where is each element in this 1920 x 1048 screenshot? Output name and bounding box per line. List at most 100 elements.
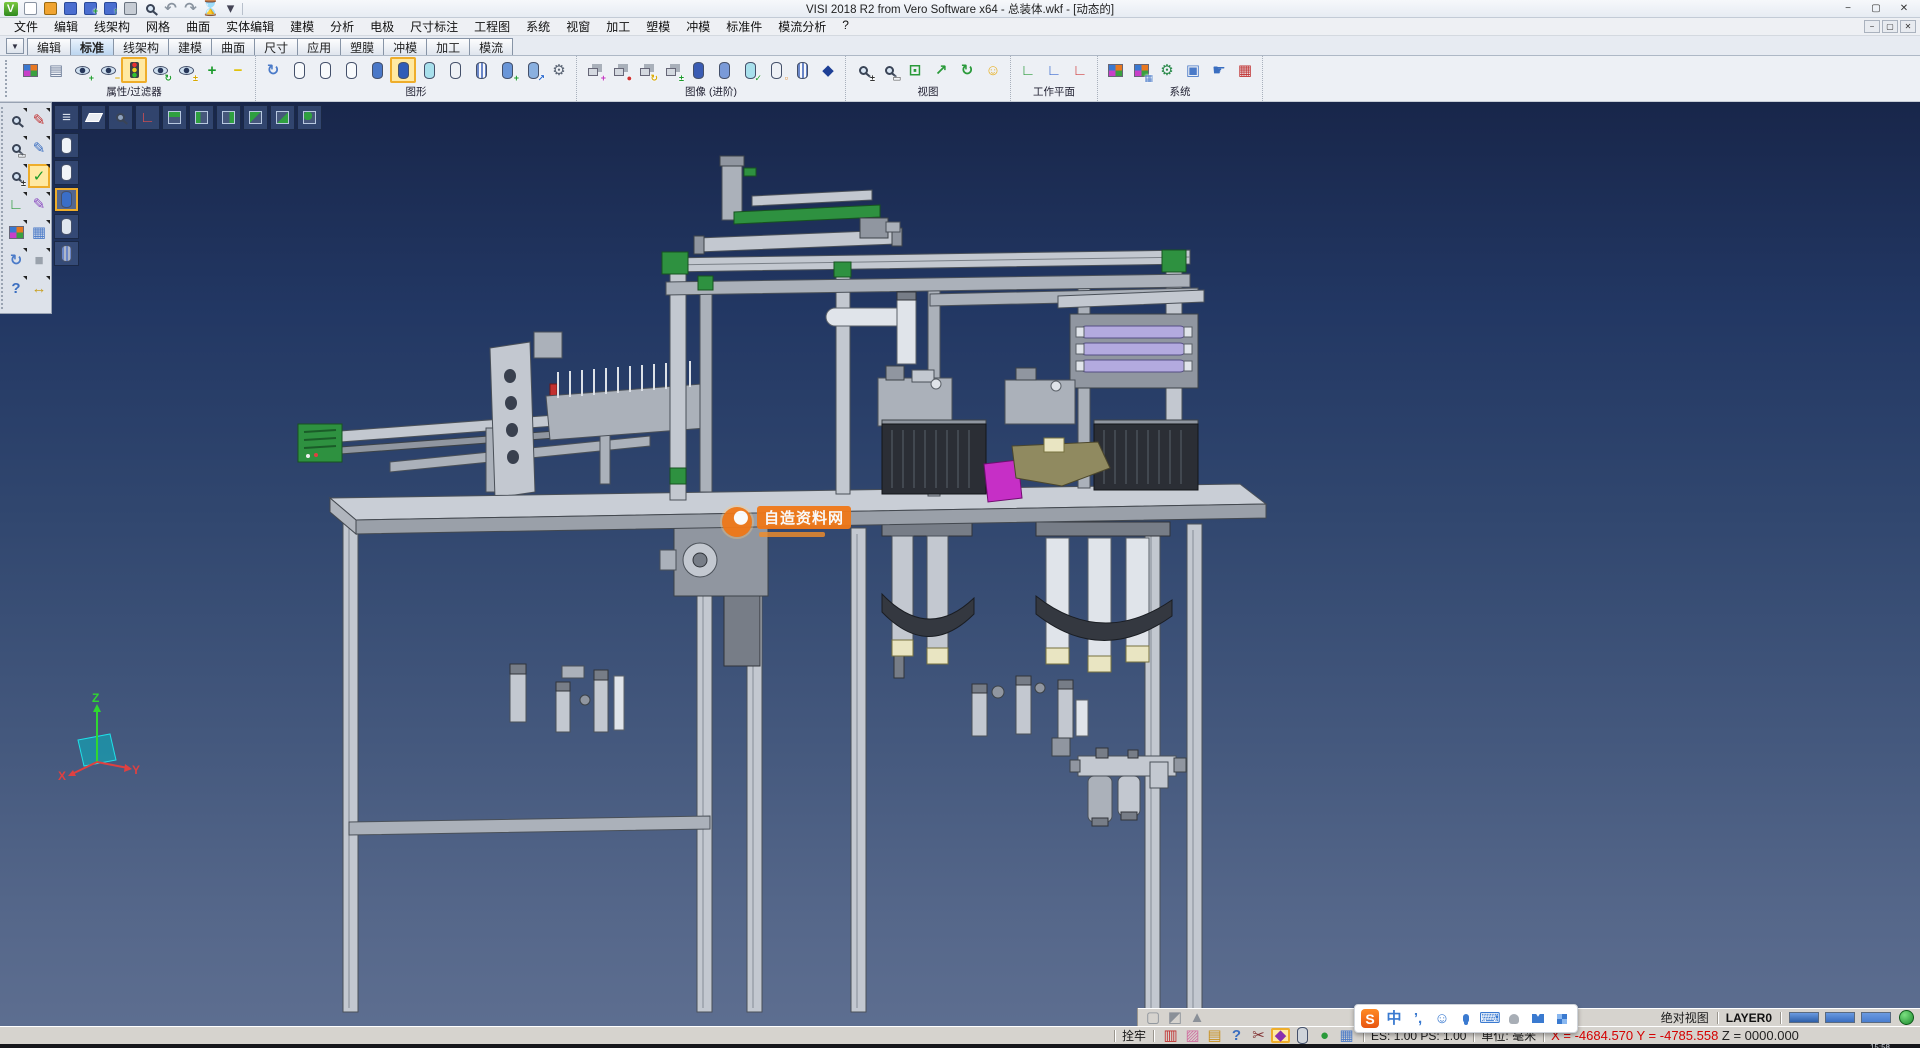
adv-cyl-page[interactable]: ▫ <box>763 57 789 83</box>
edit-spline[interactable]: ✎ <box>28 192 50 216</box>
active-layer-label[interactable]: LAYER0 <box>1726 1011 1772 1025</box>
macro-icon[interactable]: ⌛ <box>202 1 219 16</box>
grid-settings[interactable]: ▦ <box>1232 57 1258 83</box>
menu-item-曲面[interactable]: 曲面 <box>178 18 218 35</box>
view-zoom[interactable] <box>108 105 133 130</box>
display-hidden-line[interactable] <box>54 160 79 185</box>
shade-solid-edges[interactable] <box>390 57 416 83</box>
attributes-brush[interactable] <box>17 57 43 83</box>
sogou-person-icon[interactable] <box>1505 1009 1523 1029</box>
menu-item-工程图[interactable]: 工程图 <box>466 18 518 35</box>
show-all[interactable]: + <box>199 57 225 83</box>
save-as-icon[interactable]: + <box>82 1 99 16</box>
adv-view-swap[interactable]: ± <box>659 57 685 83</box>
menu-item-编辑[interactable]: 编辑 <box>46 18 86 35</box>
adv-cyl-wire[interactable] <box>789 57 815 83</box>
view-right-cube[interactable] <box>216 105 241 130</box>
close-button[interactable]: ✕ <box>1890 1 1918 17</box>
menu-item-视窗[interactable]: 视窗 <box>558 18 598 35</box>
status-sketch-pink[interactable]: ▨ <box>1183 1028 1202 1043</box>
status-green-dot[interactable]: ● <box>1315 1028 1334 1043</box>
display-flat[interactable] <box>54 214 79 239</box>
shade-dashed[interactable] <box>338 57 364 83</box>
status-mini-icon-2[interactable]: ◩ <box>1166 1010 1184 1025</box>
tabbar-dropdown[interactable]: ▼ <box>6 38 24 54</box>
color-swatch-3[interactable] <box>1861 1012 1891 1023</box>
sogou-skin-icon[interactable] <box>1529 1009 1547 1029</box>
save-icon[interactable] <box>62 1 79 16</box>
view-top-cube[interactable] <box>162 105 187 130</box>
redraw[interactable]: ↻ <box>260 57 286 83</box>
menu-item-模流分析[interactable]: 模流分析 <box>770 18 834 35</box>
attributes-manager[interactable]: ▦ <box>1128 57 1154 83</box>
tab-塑膜[interactable]: 塑膜 <box>340 38 384 55</box>
mdi-restore-button[interactable]: ▢ <box>1882 20 1898 33</box>
zoom-in-out[interactable]: ± <box>850 57 876 83</box>
view-menu[interactable]: ≡ <box>54 105 79 130</box>
visibility-remove[interactable]: − <box>95 57 121 83</box>
tab-曲面[interactable]: 曲面 <box>211 38 255 55</box>
open-file-icon[interactable] <box>42 1 59 16</box>
measure[interactable]: ↔ <box>28 276 50 300</box>
view-left-cube[interactable] <box>189 105 214 130</box>
workplane-entity[interactable]: ∟ <box>1041 57 1067 83</box>
status-image-red[interactable]: ▥ <box>1161 1028 1180 1043</box>
visibility-swap[interactable]: ± <box>173 57 199 83</box>
selection-hand[interactable]: ☛ <box>1206 57 1232 83</box>
menu-item-系统[interactable]: 系统 <box>518 18 558 35</box>
select-zoom[interactable] <box>5 108 27 132</box>
menu-item-加工[interactable]: 加工 <box>598 18 638 35</box>
tab-编辑[interactable]: 编辑 <box>27 38 71 55</box>
visibility-refresh[interactable]: ↻ <box>147 57 173 83</box>
tab-建模[interactable]: 建模 <box>168 38 212 55</box>
mdi-close-button[interactable]: ✕ <box>1900 20 1916 33</box>
shade-transparent[interactable] <box>416 57 442 83</box>
visibility-add[interactable]: + <box>69 57 95 83</box>
sogou-keyboard-icon[interactable]: ⌨ <box>1481 1009 1499 1029</box>
pan[interactable]: ↗ <box>928 57 954 83</box>
workplane-3points[interactable]: ∟ <box>1067 57 1093 83</box>
regen[interactable]: ↻ <box>5 248 27 272</box>
adv-cyl-dark[interactable] <box>685 57 711 83</box>
mdi-minimize-button[interactable]: − <box>1864 20 1880 33</box>
status-gem[interactable]: ◆ <box>1271 1028 1290 1043</box>
shade-flat[interactable] <box>442 57 468 83</box>
view-shaded-plane[interactable] <box>81 105 106 130</box>
view-orientation-face[interactable]: ☺ <box>980 57 1006 83</box>
ucs-axes[interactable]: ∟ <box>5 192 27 216</box>
adv-cyl-striped[interactable] <box>711 57 737 83</box>
shade-off[interactable] <box>286 57 312 83</box>
visi-logo[interactable]: V <box>2 1 19 16</box>
tab-线架构[interactable]: 线架构 <box>113 38 169 55</box>
help[interactable]: ? <box>5 276 27 300</box>
menu-item-线架构[interactable]: 线架构 <box>86 18 138 35</box>
status-cut[interactable]: ✂ <box>1249 1028 1268 1043</box>
viewport-3d[interactable]: ≡∟ .m1{fill:#c3c8d0;stroke:#4a5058;strok… <box>0 102 1920 1026</box>
menu-item-冲模[interactable]: 冲模 <box>678 18 718 35</box>
menu-item-塑模[interactable]: 塑模 <box>638 18 678 35</box>
shade-solid[interactable] <box>364 57 390 83</box>
maximize-button[interactable]: ▢ <box>1862 1 1890 17</box>
status-mini-icon-3[interactable]: ▲ <box>1188 1010 1206 1025</box>
menu-item-文件[interactable]: 文件 <box>6 18 46 35</box>
zoom-box[interactable]: ▭ <box>5 136 27 160</box>
tab-尺寸[interactable]: 尺寸 <box>254 38 298 55</box>
color-swatch-2[interactable] <box>1825 1012 1855 1023</box>
display-wireframe[interactable] <box>54 133 79 158</box>
redo-icon[interactable]: ↷ <box>182 1 199 16</box>
color-swatch-1[interactable] <box>1789 1012 1819 1023</box>
tab-应用[interactable]: 应用 <box>297 38 341 55</box>
menu-item-实体编辑[interactable]: 实体编辑 <box>218 18 282 35</box>
menu-item-?[interactable]: ? <box>834 18 857 32</box>
menu-item-标准件[interactable]: 标准件 <box>718 18 770 35</box>
sogou-lang-chinese[interactable]: 中 <box>1385 1009 1403 1029</box>
sogou-mic-icon[interactable] <box>1457 1009 1475 1029</box>
sogou-toolbox-icon[interactable] <box>1553 1009 1571 1029</box>
shade-wireframe[interactable] <box>468 57 494 83</box>
tab-标准[interactable]: 标准 <box>70 38 114 55</box>
status-grid[interactable]: ▦ <box>1337 1028 1356 1043</box>
menu-item-尺寸标注[interactable]: 尺寸标注 <box>402 18 466 35</box>
undo-icon[interactable]: ↶ <box>162 1 179 16</box>
adv-view-add[interactable]: + <box>581 57 607 83</box>
confirm-check[interactable]: ✓ <box>28 164 50 188</box>
